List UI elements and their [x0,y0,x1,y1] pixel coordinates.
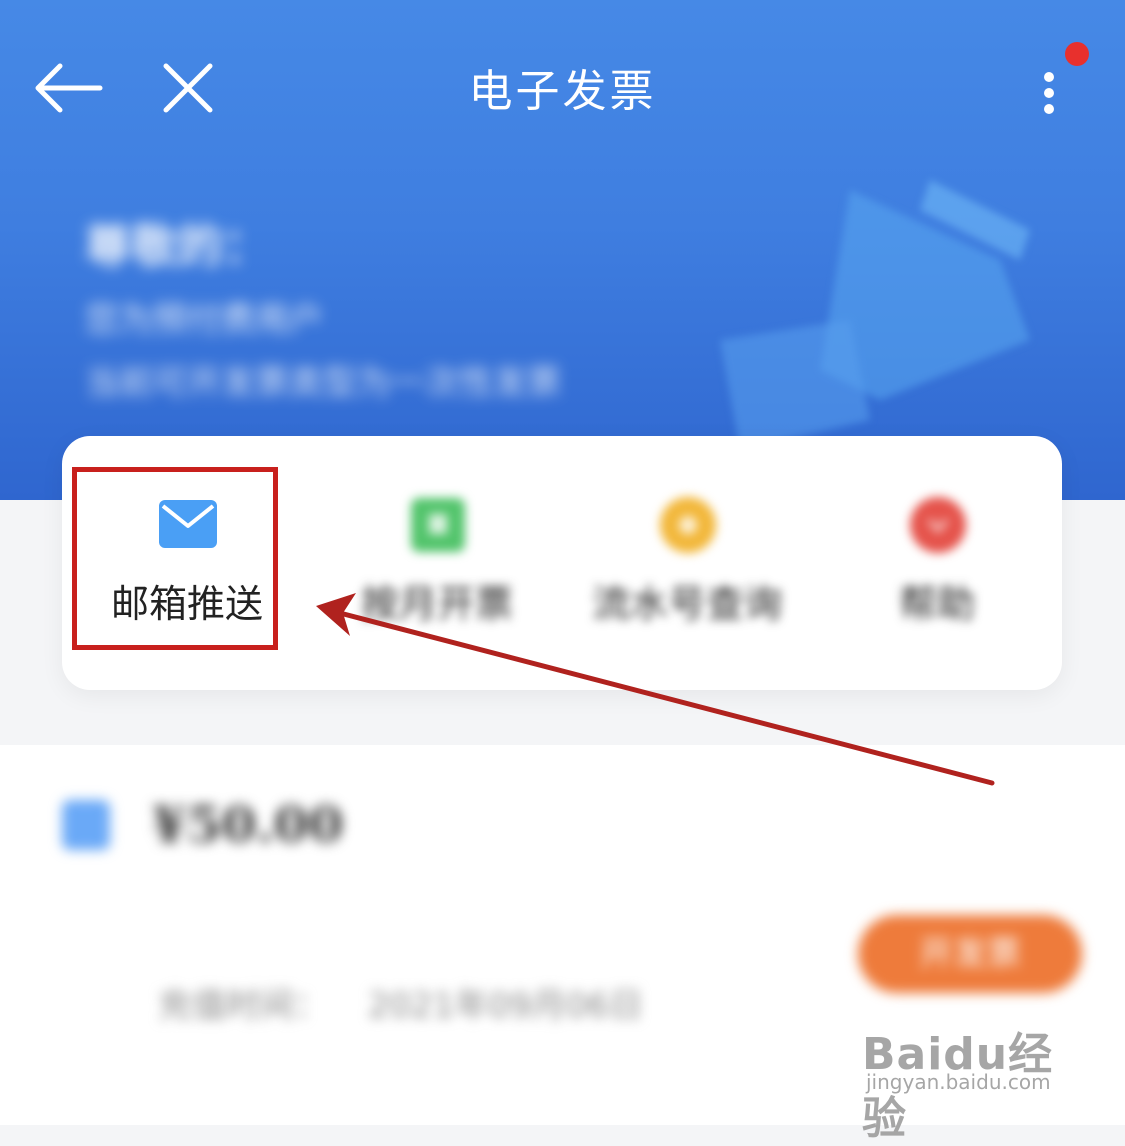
more-button[interactable] [1030,60,1070,120]
order-date-label: 充值时间： [158,986,328,1026]
menu-item-monthly-invoice[interactable]: 按月开票 [312,436,562,690]
more-dot [1044,88,1054,98]
account-user-type: 您为预付费用户 [85,300,323,340]
notification-badge [1065,42,1089,66]
issue-invoice-button[interactable]: 开发票 [858,915,1082,993]
order-date-value: 2021年09月06日 [368,986,644,1026]
order-amount: ¥50.00 [152,795,344,854]
highlight-box [72,467,278,650]
baidu-watermark: Baidu经验 jingyan.baidu.com [862,1000,1072,1144]
header-decoration [720,180,1030,450]
account-name-label: 尊敬的： [85,219,269,273]
account-invoice-type: 当前可开发票类型为一次性发票 [85,363,561,403]
more-dot [1044,72,1054,82]
order-date-row: 充值时间： 2021年09月06日 [158,978,643,1027]
calendar-icon [411,498,465,552]
order-icon [62,800,110,850]
more-dot [1044,104,1054,114]
page-title: 电子发票 [468,66,657,117]
menu-item-help[interactable]: 帮助 [812,436,1062,690]
menu-item-serial-query[interactable]: 流水号查询 [562,436,812,690]
search-icon [660,497,716,553]
menu-item-label: 帮助 [898,582,975,626]
top-bar: 电子发票 [0,0,1125,180]
help-icon [910,497,966,553]
menu-item-label: 按月开票 [360,582,513,626]
watermark-sub: jingyan.baidu.com [866,1070,1051,1094]
account-info: 尊敬的： 您为预付费用户 当前可开发票类型为一次性发票 [85,210,561,404]
menu-item-label: 流水号查询 [591,582,782,626]
